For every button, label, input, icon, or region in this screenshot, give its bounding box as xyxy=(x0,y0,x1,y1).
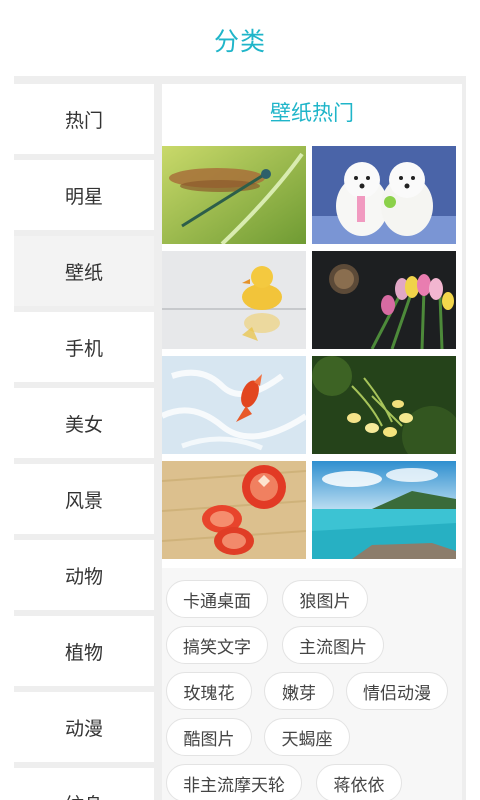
sidebar-item-scenery[interactable]: 风景 xyxy=(14,464,154,534)
sidebar-item-anime[interactable]: 动漫 xyxy=(14,692,154,762)
wallpaper-thumb-goldfish[interactable] xyxy=(162,356,306,454)
sidebar-item-label: 植物 xyxy=(64,641,103,664)
tag-ferris-wheel[interactable]: 非主流摩天轮 xyxy=(166,764,302,800)
dragonfly-image xyxy=(162,146,306,244)
tag-funny-text[interactable]: 搞笑文字 xyxy=(166,626,268,664)
tag-jiang-yiyi[interactable]: 蒋依依 xyxy=(316,764,402,800)
wallpaper-thumb-duckling[interactable] xyxy=(162,251,306,349)
sidebar-item-tattoo[interactable]: 纹身 xyxy=(14,768,154,800)
sidebar-item-label: 热门 xyxy=(64,109,103,132)
tag-label: 蒋依依 xyxy=(333,775,385,796)
puppies-image xyxy=(312,146,456,244)
wallpaper-thumb-flowers[interactable] xyxy=(312,356,456,454)
tag-cloud: 卡通桌面 狼图片 搞笑文字 主流图片 玫瑰花 嫩芽 情侣动漫 酷图片 天蝎座 非… xyxy=(162,568,462,800)
content-frame: 热门 明星 壁纸 手机 美女 风景 动物 植物 动漫 纹身 壁纸热门 xyxy=(14,76,466,800)
wallpaper-thumb-seaside[interactable] xyxy=(312,461,456,559)
goldfish-image xyxy=(162,356,306,454)
tag-label: 嫩芽 xyxy=(282,683,316,704)
tag-label: 酷图片 xyxy=(183,729,235,750)
tag-rose[interactable]: 玫瑰花 xyxy=(166,672,252,710)
sidebar-item-label: 明星 xyxy=(64,185,103,208)
tag-scorpio[interactable]: 天蝎座 xyxy=(264,718,350,756)
wallpaper-thumb-tomatoes[interactable] xyxy=(162,461,306,559)
tag-mainstream-pictures[interactable]: 主流图片 xyxy=(282,626,384,664)
tomatoes-image xyxy=(162,461,306,559)
sidebar-item-beauty[interactable]: 美女 xyxy=(14,388,154,458)
tag-label: 非主流摩天轮 xyxy=(183,775,285,796)
section-title: 壁纸热门 xyxy=(270,101,354,125)
sidebar-item-plant[interactable]: 植物 xyxy=(14,616,154,686)
tag-label: 天蝎座 xyxy=(281,729,333,750)
seaside-image xyxy=(312,461,456,559)
flowers-image xyxy=(312,356,456,454)
sidebar-item-label: 手机 xyxy=(64,337,103,360)
tag-cool-pictures[interactable]: 酷图片 xyxy=(166,718,252,756)
sidebar-item-label: 壁纸 xyxy=(64,261,103,284)
tag-label: 情侣动漫 xyxy=(363,683,431,704)
sidebar-item-animal[interactable]: 动物 xyxy=(14,540,154,610)
sidebar-item-label: 风景 xyxy=(64,489,103,512)
page-title: 分类 xyxy=(213,27,266,56)
tag-label: 搞笑文字 xyxy=(183,637,251,658)
sidebar-item-label: 美女 xyxy=(64,413,103,436)
tag-cartoon-desktop[interactable]: 卡通桌面 xyxy=(166,580,268,618)
sidebar-item-label: 纹身 xyxy=(65,790,103,800)
tag-label: 玫瑰花 xyxy=(183,683,235,704)
app-header: 分类 xyxy=(0,0,480,76)
sidebar-item-wallpaper[interactable]: 壁纸 xyxy=(14,236,154,306)
sidebar-item-phone[interactable]: 手机 xyxy=(14,312,154,382)
tag-couple-anime[interactable]: 情侣动漫 xyxy=(346,672,448,710)
tag-sprout[interactable]: 嫩芽 xyxy=(264,672,334,710)
wallpaper-thumb-tulips[interactable] xyxy=(312,251,456,349)
tag-wolf-pictures[interactable]: 狼图片 xyxy=(282,580,368,618)
main-panel: 壁纸热门 卡通桌面 狼图片 搞笑文字 主流图片 玫瑰花 嫩芽 情侣动漫 酷图片 … xyxy=(162,84,462,800)
sidebar-item-celebrity[interactable]: 明星 xyxy=(14,160,154,230)
wallpaper-thumb-dragonfly[interactable] xyxy=(162,146,306,244)
tag-label: 狼图片 xyxy=(299,591,351,612)
sidebar-item-label: 动物 xyxy=(64,565,103,588)
sidebar-item-hot[interactable]: 热门 xyxy=(14,84,154,154)
tag-label: 卡通桌面 xyxy=(183,591,251,612)
duckling-image xyxy=(162,251,306,349)
tulips-image xyxy=(312,251,456,349)
tag-label: 主流图片 xyxy=(299,637,367,658)
sidebar-item-label: 动漫 xyxy=(64,717,103,740)
wallpaper-thumb-puppies[interactable] xyxy=(312,146,456,244)
